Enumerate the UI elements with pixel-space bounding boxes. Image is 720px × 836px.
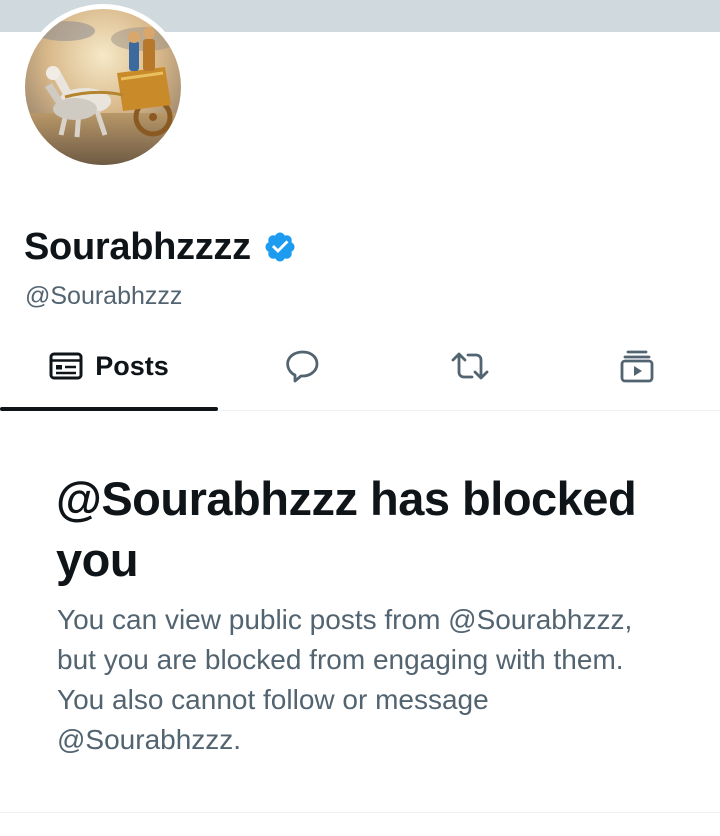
blocked-title: @Sourabhzzz has blocked you	[56, 472, 637, 586]
display-name-row: Sourabhzzzz	[24, 222, 297, 272]
avatar-image	[25, 9, 181, 165]
avatar[interactable]	[20, 4, 186, 170]
tab-replies[interactable]	[218, 322, 386, 410]
reposts-icon	[451, 352, 489, 380]
tab-reposts[interactable]	[386, 322, 554, 410]
active-tab-indicator	[0, 407, 218, 411]
verified-badge-icon[interactable]	[263, 230, 297, 264]
posts-icon	[49, 352, 83, 380]
profile-tabs: Posts	[0, 322, 720, 411]
tab-media[interactable]	[554, 322, 720, 410]
display-name: Sourabhzzzz	[24, 225, 251, 268]
profile-handle: @Sourabhzzz	[25, 282, 183, 310]
replies-icon	[286, 350, 319, 383]
tab-posts-label: Posts	[95, 350, 169, 381]
divider	[0, 812, 720, 813]
blocked-description: You can view public posts from @Sourabhz…	[57, 604, 633, 755]
tab-posts[interactable]: Posts	[0, 322, 218, 411]
media-icon	[620, 350, 654, 383]
